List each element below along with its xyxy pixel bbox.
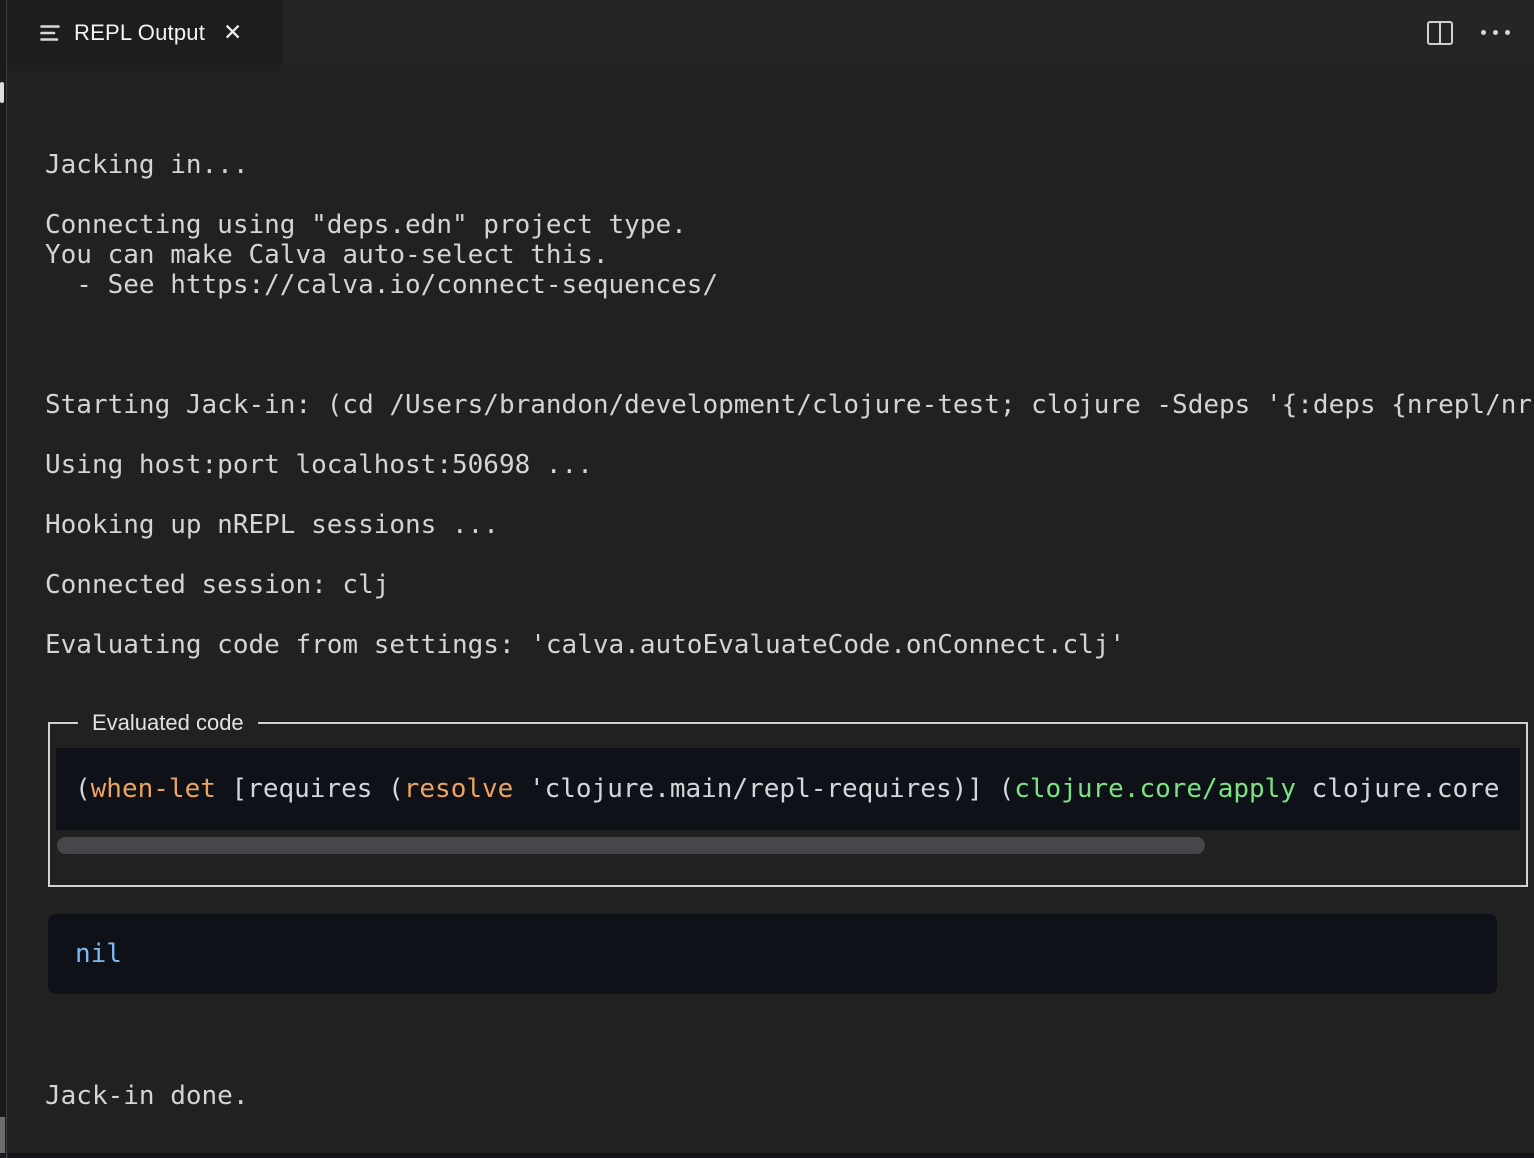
- split-editor-icon[interactable]: [1427, 21, 1453, 45]
- evaluation-result-box: nil: [48, 914, 1497, 994]
- close-icon[interactable]: ✕: [223, 21, 242, 44]
- code-segment: (: [75, 774, 91, 804]
- code-segment: [requires (: [216, 774, 404, 804]
- code-segment-function: clojure.core/apply: [1014, 774, 1296, 804]
- output-line: Hooking up nREPL sessions ...: [45, 510, 1534, 540]
- horizontal-scrollbar-thumb[interactable]: [57, 837, 1205, 854]
- output-line: Using host:port localhost:50698 ...: [45, 450, 1534, 480]
- output-line: Connecting using "deps.edn" project type…: [45, 210, 1534, 240]
- tab-title: REPL Output: [74, 20, 205, 46]
- tab-repl-output[interactable]: REPL Output ✕: [7, 0, 283, 65]
- output-line: Starting Jack-in: (cd /Users/brandon/dev…: [45, 390, 1534, 420]
- output-lines-icon: [40, 24, 60, 42]
- evaluated-code-panel: Evaluated code (when-let [requires (reso…: [48, 710, 1528, 887]
- output-line: Connected session: clj: [45, 570, 1534, 600]
- code-segment-keyword: resolve: [404, 774, 514, 804]
- evaluated-code-block: (when-let [requires (resolve 'clojure.ma…: [56, 748, 1520, 830]
- code-segment-keyword: when-let: [91, 774, 216, 804]
- output-line: Jacking in...: [45, 150, 1534, 180]
- code-segment: 'clojure.main/repl-requires)] (: [513, 774, 1014, 804]
- evaluated-code-legend: Evaluated code: [78, 710, 258, 736]
- panel-left-edge: [0, 0, 7, 1158]
- output-line: Evaluating code from settings: 'calva.au…: [45, 630, 1534, 660]
- more-actions-icon[interactable]: [1481, 30, 1510, 35]
- editor-tab-bar: REPL Output ✕: [7, 0, 1534, 65]
- code-segment: clojure.core: [1296, 774, 1500, 804]
- left-scrollbar-handle[interactable]: [0, 82, 4, 103]
- left-scrollbar-handle-bottom[interactable]: [0, 1117, 5, 1153]
- editor-actions: [1427, 0, 1510, 65]
- repl-output-content: Jacking in... Connecting using "deps.edn…: [8, 65, 1534, 1158]
- result-value: nil: [75, 939, 122, 969]
- output-line: Jack-in done.: [45, 1081, 1534, 1111]
- output-line: - See https://calva.io/connect-sequences…: [45, 270, 1534, 300]
- bottom-panel-edge: [8, 1153, 1534, 1158]
- output-line: You can make Calva auto-select this.: [45, 240, 1534, 270]
